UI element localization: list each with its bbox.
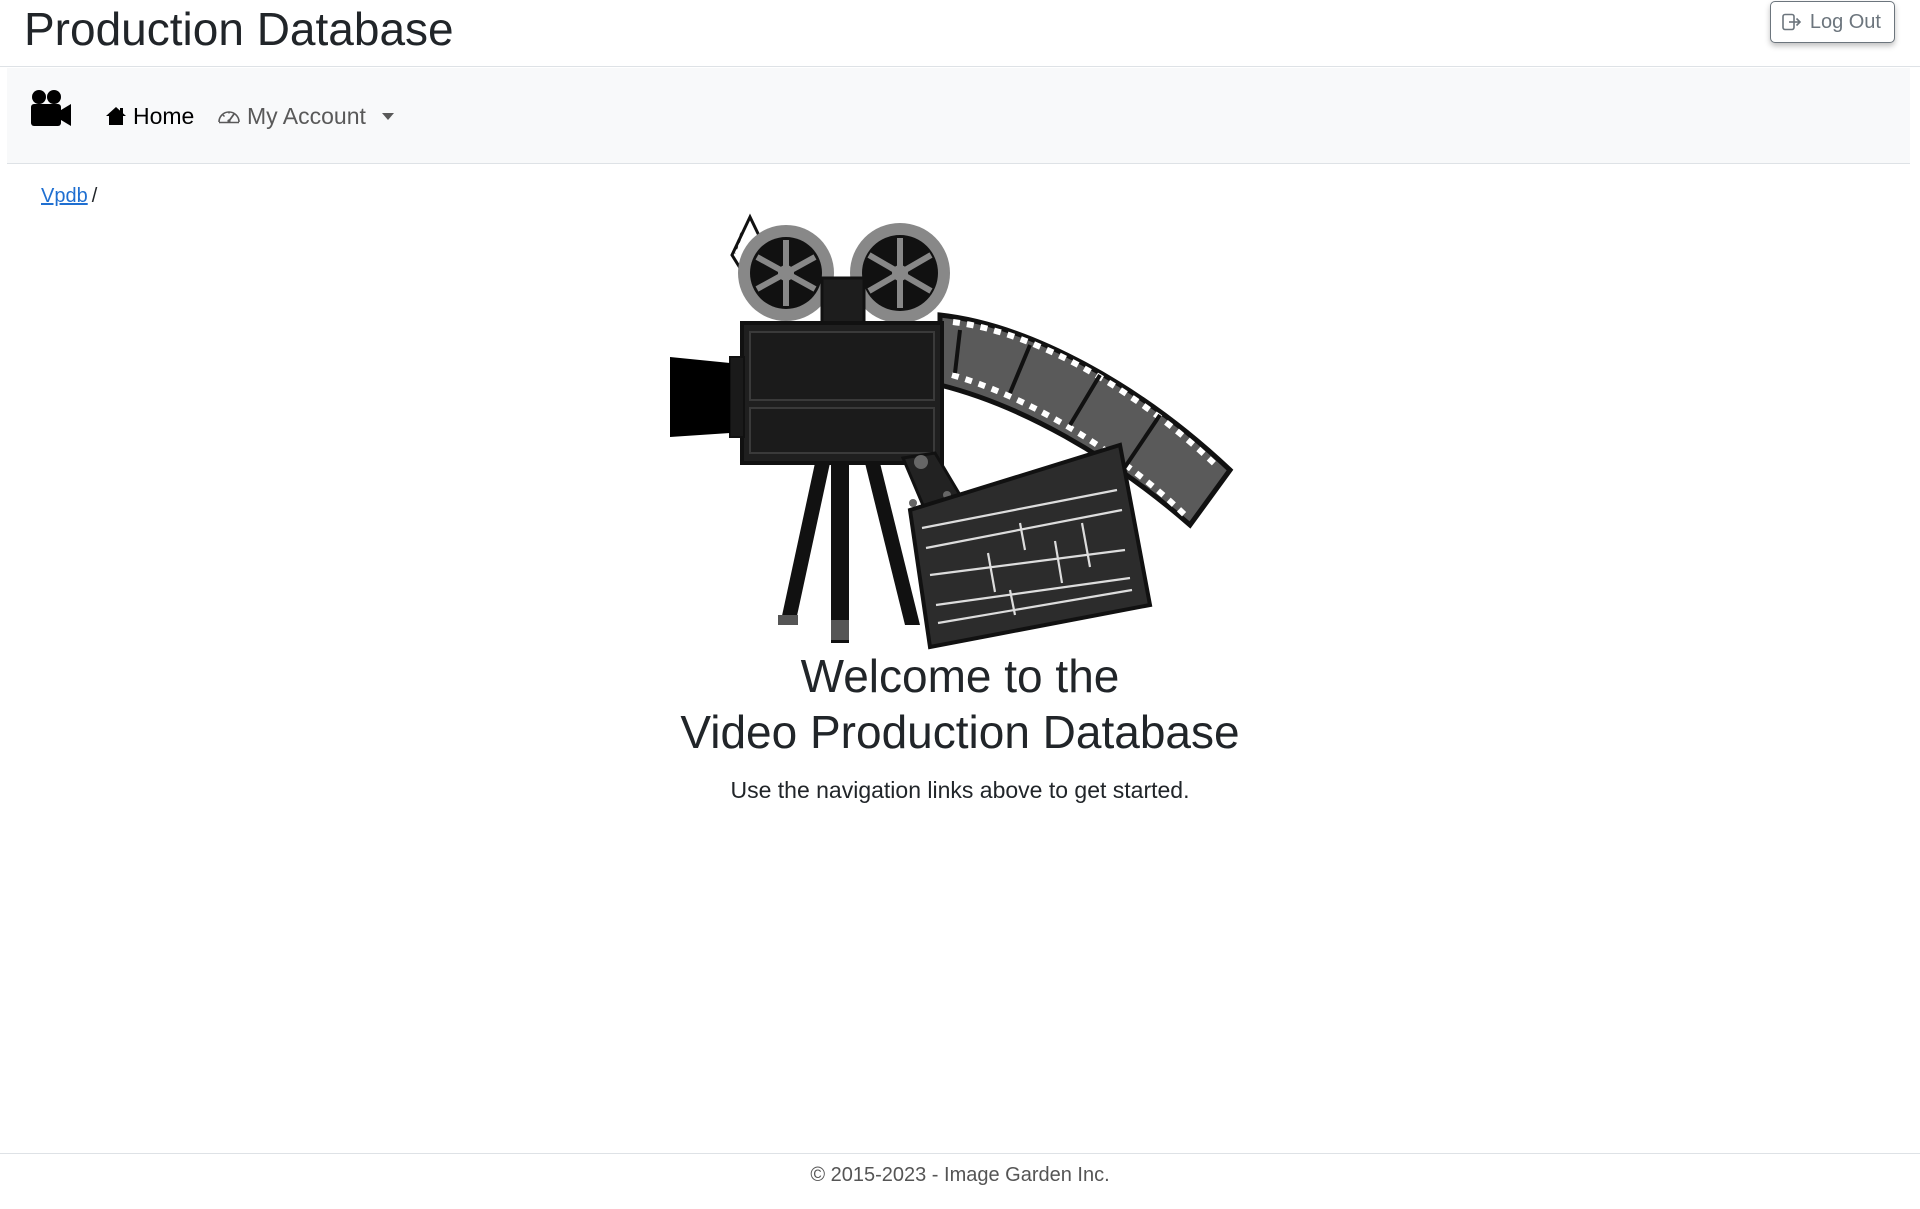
site-footer: © 2015-2023 - Image Garden Inc.	[0, 1153, 1920, 1209]
site-header: Production Database Log Out	[0, 0, 1920, 67]
copyright-text: © 2015-2023 - Image Garden Inc.	[810, 1164, 1110, 1186]
tripod	[778, 463, 920, 643]
home-icon	[106, 107, 126, 125]
welcome-line-2: Video Production Database	[680, 706, 1240, 758]
clapperboard	[900, 442, 1153, 650]
page-title: Production Database	[24, 3, 454, 55]
chevron-down-icon	[381, 112, 394, 120]
speedometer-icon	[218, 111, 240, 124]
breadcrumb-separator: /	[91, 185, 98, 207]
welcome-heading: Welcome to the Video Production Database	[0, 648, 1920, 760]
nav-account-dropdown[interactable]: My Account	[217, 98, 394, 134]
nav-home-label: Home	[133, 102, 195, 129]
nav-account-label: My Account	[247, 102, 366, 129]
main-navbar: Home My Account	[7, 68, 1910, 164]
logout-icon	[1782, 13, 1801, 31]
movie-camera-illustration	[670, 213, 1234, 650]
logout-label: Log Out	[1809, 10, 1881, 33]
brand-link[interactable]	[29, 88, 73, 132]
logout-button[interactable]: Log Out	[1769, 1, 1895, 43]
nav-home-link[interactable]: Home	[105, 98, 194, 134]
welcome-line-1: Welcome to the	[800, 650, 1120, 702]
breadcrumb-root-link[interactable]: Vpdb	[41, 185, 88, 207]
breadcrumb: Vpdb /	[41, 183, 97, 209]
video-camera-icon	[31, 90, 71, 126]
welcome-lead: Use the navigation links above to get st…	[730, 777, 1190, 803]
